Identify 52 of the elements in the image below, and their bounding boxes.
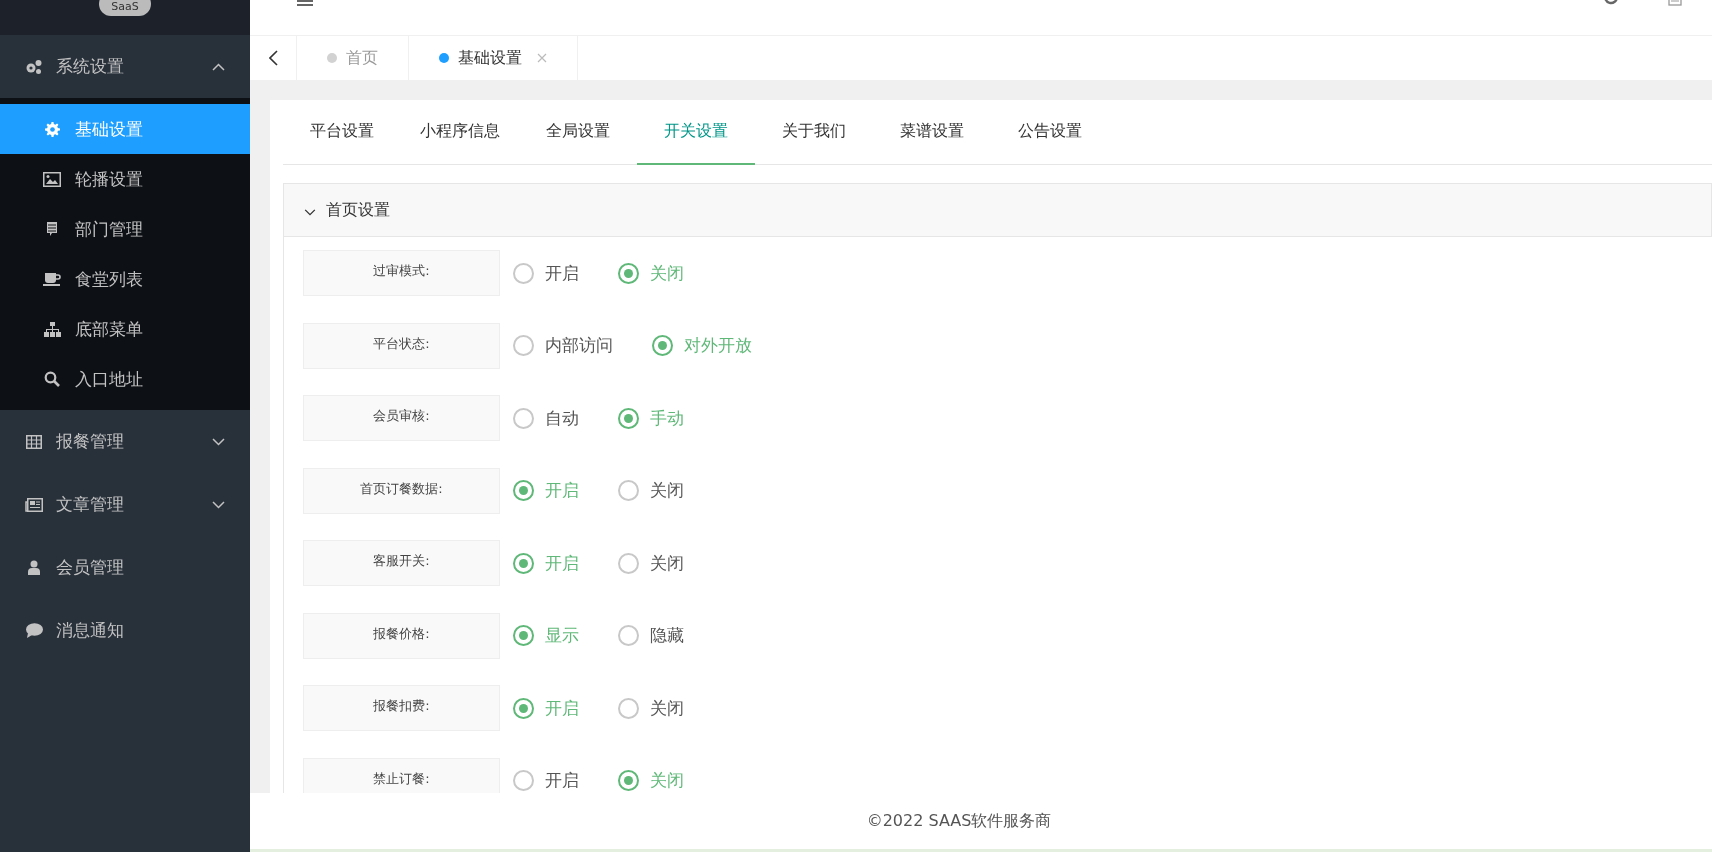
submenu-item[interactable]: 轮播设置 xyxy=(0,154,250,204)
chevron-left-icon[interactable] xyxy=(268,50,278,66)
radio-option[interactable]: 自动 xyxy=(513,405,579,431)
newspaper-icon xyxy=(25,497,43,512)
settings-tab[interactable]: 平台设置 xyxy=(283,100,401,165)
settings-tab[interactable]: 全局设置 xyxy=(519,100,637,165)
field-label: 首页订餐数据: xyxy=(303,467,500,514)
radio-option[interactable]: 开启 xyxy=(513,260,579,286)
image-icon xyxy=(43,171,61,187)
menu-item[interactable]: 消息通知 xyxy=(0,599,250,662)
table-icon xyxy=(26,434,42,449)
field-label: 禁止订餐: xyxy=(303,757,500,793)
menu-item[interactable]: 系统设置 xyxy=(0,35,250,98)
sitemap-icon xyxy=(43,321,61,337)
menu-item[interactable]: 报餐管理 xyxy=(0,410,250,473)
settings-tab[interactable]: 关于我们 xyxy=(755,100,873,165)
radio-option[interactable]: 内部访问 xyxy=(513,332,613,359)
search-icon xyxy=(44,371,60,387)
settings-tab[interactable]: 开关设置 xyxy=(637,100,755,165)
radio-option[interactable]: 开启 xyxy=(513,767,579,793)
cup-icon xyxy=(43,272,61,286)
field-label: 会员审核: xyxy=(303,395,500,441)
radio-option[interactable]: 关闭 xyxy=(618,695,684,721)
submenu-item[interactable]: 底部菜单 xyxy=(0,304,250,354)
settings-tab[interactable]: 公告设置 xyxy=(991,100,1109,165)
status-dot xyxy=(439,53,449,63)
radio-option[interactable]: 关闭 xyxy=(618,477,684,504)
field-label: 客服开关: xyxy=(303,540,500,586)
footer-text: ©2022 SAAS软件服务商 xyxy=(250,793,1712,852)
gears-icon xyxy=(25,58,43,75)
logo-badge: SaaS xyxy=(99,0,151,16)
menu-item[interactable]: 文章管理 xyxy=(0,473,250,536)
menu-item[interactable]: 会员管理 xyxy=(0,536,250,599)
radio-option[interactable]: 隐藏 xyxy=(618,622,684,649)
submenu-item[interactable]: 入口地址 xyxy=(0,354,250,404)
user-icon xyxy=(28,560,40,575)
submenu-item[interactable]: 食堂列表 xyxy=(0,254,250,304)
field-label: 平台状态: xyxy=(303,322,500,369)
note-icon xyxy=(46,221,58,237)
field-label: 报餐扣费: xyxy=(303,685,500,731)
field-label: 过审模式: xyxy=(303,250,500,296)
chevron-down-icon xyxy=(304,208,316,216)
settings-tab[interactable]: 菜谱设置 xyxy=(873,100,991,165)
settings-tab[interactable]: 小程序信息 xyxy=(401,100,519,165)
collapse-header[interactable]: 首页设置 xyxy=(284,183,1712,237)
speech-bubble-icon xyxy=(25,623,43,638)
gear-icon xyxy=(44,121,60,137)
radio-option[interactable]: 关闭 xyxy=(618,550,684,576)
page-tab[interactable]: 基础设置 xyxy=(409,36,578,80)
status-dot xyxy=(327,53,337,63)
field-label: 报餐价格: xyxy=(303,612,500,659)
submenu-item[interactable]: 部门管理 xyxy=(0,204,250,254)
